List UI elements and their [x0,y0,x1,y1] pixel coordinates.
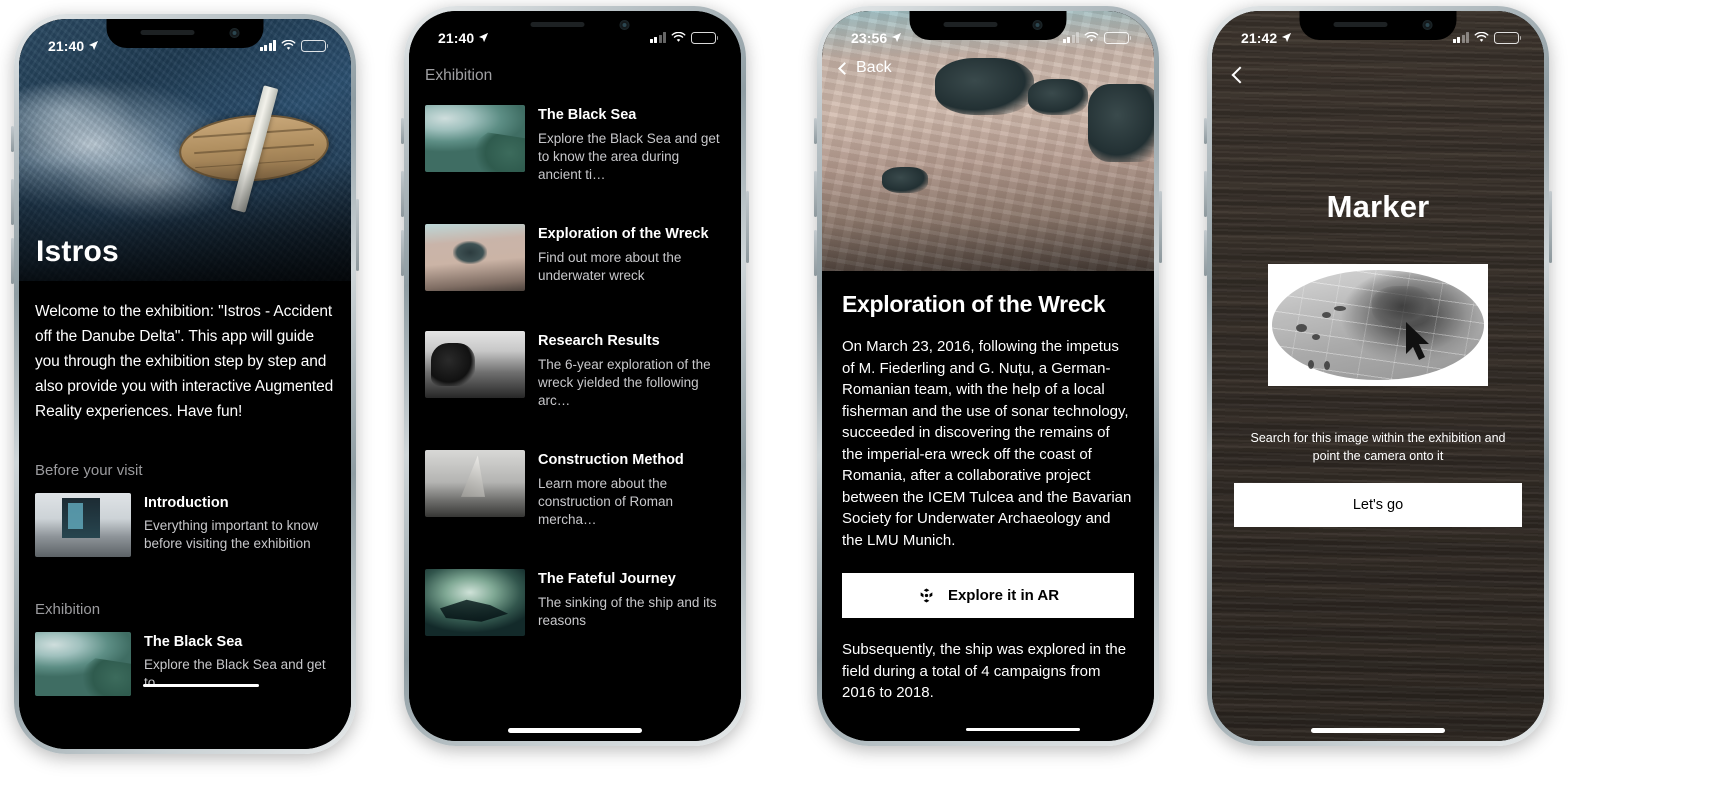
back-button-label: Back [856,59,892,76]
intro-paragraph: Welcome to the exhibition: "Istros - Acc… [35,303,334,420]
list-item-subtitle: The sinking of the ship and its reasons [538,595,717,628]
marker-instructions: Search for this image within the exhibit… [1250,431,1506,463]
back-button[interactable]: Back [838,59,892,77]
wreck-debris [881,167,929,193]
chevron-left-icon [838,61,851,75]
research-thumb [425,331,525,398]
power-button[interactable] [1549,191,1552,263]
phone-mockup-1: Istros Welcome to the exhibition: "Istro… [11,14,359,754]
screen-home: Istros Welcome to the exhibition: "Istro… [19,19,351,749]
page-title: Exhibition [425,67,493,84]
wreck-thumb [425,224,525,291]
volume-down-button[interactable] [401,230,404,276]
list-item-subtitle: Everything important to know before visi… [144,518,319,551]
screen-exhibition-list: Exhibition The Black Sea Explore the Bla… [409,11,741,741]
notch [909,11,1067,40]
volume-down-button[interactable] [11,238,14,284]
page-title: Marker [1326,189,1430,224]
chevron-left-icon [1231,66,1249,84]
earpiece-speaker [1333,22,1388,27]
explore-in-ar-button[interactable]: Explore it in AR [842,573,1134,618]
volume-up-button[interactable] [11,179,14,225]
back-button[interactable] [1231,66,1249,86]
power-button[interactable] [746,191,749,263]
power-button[interactable] [1159,191,1162,263]
notch [496,11,654,40]
article-paragraph-2: Subsequently, the ship was explored in t… [842,641,1127,701]
earpiece-speaker [943,22,998,27]
front-camera [229,28,240,38]
volume-down-button[interactable] [1204,230,1207,276]
silent-switch[interactable] [401,118,404,144]
home-content: Welcome to the exhibition: "Istros - Acc… [19,281,351,749]
list-item-title: Introduction [144,495,229,511]
construction-thumb [425,450,525,517]
black-sea-thumb [425,105,525,172]
volume-up-button[interactable] [401,171,404,217]
silent-switch[interactable] [1204,118,1207,144]
section-header-before-visit: Before your visit [35,462,143,479]
list-item-title: The Fateful Journey [538,571,676,587]
volume-down-button[interactable] [814,230,817,276]
phone-mockup-2: Exhibition The Black Sea Explore the Bla… [401,6,749,746]
notch [106,19,264,48]
list-item-title: The Black Sea [538,107,637,123]
lets-go-label: Let's go [1352,497,1404,513]
scroll-indicator[interactable] [966,728,1080,731]
earpiece-speaker [530,22,585,27]
volume-up-button[interactable] [1204,171,1207,217]
front-camera [1032,20,1043,30]
list-item[interactable]: The Black Sea Explore the Black Sea and … [425,105,725,184]
home-indicator[interactable] [1311,728,1445,733]
scroll-indicator[interactable] [143,684,259,687]
article-paragraph-1: On March 23, 2016, following the impetus… [842,338,1132,549]
list-item[interactable]: The Fateful Journey The sinking of the s… [425,569,725,636]
phone-mockup-3: Back Exploration of the Wreck On March 2… [814,6,1162,746]
explore-in-ar-label: Explore it in AR [947,587,1060,604]
wreck-debris [934,57,1035,115]
screen-marker: Marker Search for this image within the … [1212,11,1544,741]
article-content: Exploration of the Wreck On March 23, 20… [822,271,1154,741]
list-item-title: Exploration of the Wreck [538,226,709,242]
list-item-title: Construction Method [538,452,684,468]
wreck-debris [1027,78,1088,115]
list-item[interactable]: Exploration of the Wreck Find out more a… [425,224,725,291]
front-camera [619,20,630,30]
home-indicator[interactable] [508,728,642,733]
page-title: Exploration of the Wreck [842,291,1106,317]
list-item-subtitle: Learn more about the construction of Rom… [538,476,674,527]
silent-switch[interactable] [11,126,14,152]
lets-go-button[interactable]: Let's go [1234,483,1522,527]
exhibition-list: Exhibition The Black Sea Explore the Bla… [409,11,741,741]
volume-up-button[interactable] [814,171,817,217]
list-item-subtitle: Find out more about the underwater wreck [538,250,682,283]
screenshot-stage: Istros Welcome to the exhibition: "Istro… [0,0,1730,799]
fateful-thumb [425,569,525,636]
list-item-subtitle: The 6-year exploration of the wreck yiel… [538,357,711,408]
list-item-subtitle: Explore the Black Sea and get to know th… [538,131,720,182]
section-header-exhibition: Exhibition [35,601,101,618]
page-title: Istros [36,235,119,268]
ar-cube-icon [920,588,933,603]
marker-image [1268,264,1488,386]
list-item[interactable]: Research Results The 6-year exploration … [425,331,725,410]
list-item-title: The Black Sea [144,634,243,650]
list-item[interactable]: Construction Method Learn more about the… [425,450,725,529]
silent-switch[interactable] [814,118,817,144]
cursor-arrow-icon [1406,322,1429,360]
museum-thumb [35,493,131,557]
notch [1299,11,1457,40]
screen-article-detail: Back Exploration of the Wreck On March 2… [822,11,1154,741]
hero-image-boat: Istros [19,19,351,281]
front-camera [1422,20,1433,30]
phone-mockup-4: Marker Search for this image within the … [1204,6,1552,746]
list-item-title: Research Results [538,333,660,349]
hero-image-seabed [822,11,1154,271]
amphora-shape [1087,83,1154,162]
earpiece-speaker [140,30,195,35]
power-button[interactable] [356,199,359,271]
list-item[interactable]: Introduction Everything important to kno… [35,493,335,557]
black-sea-thumb [35,632,131,696]
